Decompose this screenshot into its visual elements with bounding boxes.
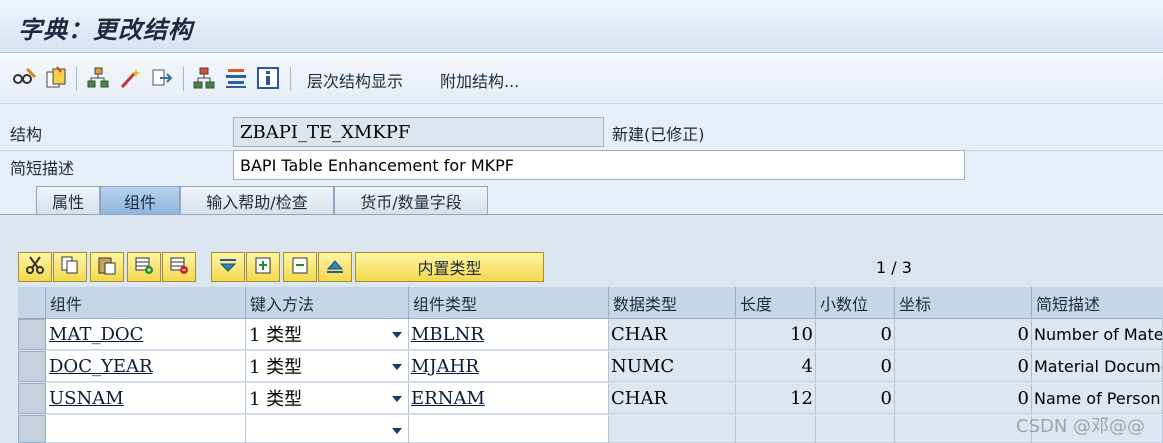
component-type-cell[interactable]: MJAHR: [409, 351, 609, 382]
pager-indicator: 1 / 3: [876, 258, 912, 277]
cut-icon: [25, 255, 45, 279]
short-description-label: 简短描述: [10, 159, 75, 178]
append-structure-button[interactable]: 附加结构...: [440, 68, 519, 92]
delete-row-icon: [169, 255, 189, 279]
copy-object-icon[interactable]: [44, 66, 68, 90]
column-header-component[interactable]: 组件: [46, 287, 246, 318]
insert-row-button[interactable]: [127, 252, 161, 282]
hierarchy-icon[interactable]: [86, 66, 110, 90]
glasses-pencil-icon[interactable]: [12, 66, 36, 90]
coordinate-cell: 0: [895, 383, 1032, 414]
insert-icon: [253, 255, 273, 279]
magic-wand-icon[interactable]: [118, 66, 142, 90]
data-type-cell: NUMC: [609, 351, 736, 382]
export-icon[interactable]: [150, 66, 174, 90]
insert-button[interactable]: [246, 252, 280, 282]
data-type-cell: CHAR: [609, 319, 736, 350]
input-method-value: 1 类型: [249, 389, 303, 410]
coordinate-cell: 0: [895, 351, 1032, 382]
delete-button[interactable]: [283, 252, 317, 282]
column-header-coordinate[interactable]: 坐标: [895, 287, 1032, 318]
decimals-cell: [816, 415, 895, 443]
status-text: 新建(已修正): [612, 125, 705, 144]
chevron-down-icon[interactable]: [392, 396, 402, 402]
window-title: 字典：更改结构: [18, 15, 193, 44]
row-selector[interactable]: [18, 351, 46, 382]
decimals-cell: 0: [816, 319, 895, 350]
column-header-length[interactable]: 长度: [736, 287, 816, 318]
application-toolbar: 层次结构显示 附加结构...: [0, 53, 1163, 104]
watermark: CSDN @邓@@: [1016, 416, 1146, 437]
builtin-type-button[interactable]: 内置类型: [355, 252, 544, 282]
info-icon[interactable]: [256, 66, 280, 90]
select-all-cell[interactable]: [18, 287, 46, 318]
structure-label: 结构: [10, 125, 43, 144]
coordinate-cell: 0: [895, 319, 1032, 350]
coordinate-cell: [895, 415, 1032, 443]
component-type-cell[interactable]: [409, 415, 609, 443]
row-selector[interactable]: [18, 319, 46, 350]
length-cell: 12: [736, 383, 816, 414]
insert-row-icon: [134, 255, 154, 279]
data-type-cell: CHAR: [609, 383, 736, 414]
up-icon: [325, 255, 345, 279]
chevron-down-icon[interactable]: [392, 428, 402, 434]
input-method-cell[interactable]: 1 类型: [246, 351, 409, 382]
column-header-decimals[interactable]: 小数位: [816, 287, 895, 318]
data-type-cell: [609, 415, 736, 443]
chevron-down-icon[interactable]: [392, 364, 402, 370]
column-header-component-type[interactable]: 组件类型: [409, 287, 609, 318]
cut-button[interactable]: [18, 252, 52, 282]
copy-icon: [60, 255, 80, 279]
paste-icon: [97, 255, 117, 279]
down-icon: [218, 255, 238, 279]
hierarchy-display-button[interactable]: 层次结构显示: [307, 68, 403, 92]
paste-button[interactable]: [90, 252, 124, 282]
component-name-cell[interactable]: [46, 415, 246, 443]
chevron-down-icon[interactable]: [392, 332, 402, 338]
short-description-cell: Name of Person: [1032, 383, 1163, 414]
input-method-cell[interactable]: 1 类型: [246, 383, 409, 414]
move-up-button[interactable]: [318, 252, 352, 282]
short-description-cell: Number of Mate: [1032, 319, 1163, 350]
copy-button[interactable]: [53, 252, 87, 282]
tab-currency-fields[interactable]: 货币/数量字段: [334, 186, 488, 214]
column-header-short-description[interactable]: 简短描述: [1032, 287, 1163, 318]
row-selector[interactable]: [18, 415, 46, 443]
column-header-input-method[interactable]: 键入方法: [246, 287, 409, 318]
org-structure-icon[interactable]: [192, 66, 216, 90]
delete-row-button[interactable]: [162, 252, 196, 282]
length-cell: 10: [736, 319, 816, 350]
row-selector[interactable]: [18, 383, 46, 414]
component-name-cell[interactable]: MAT_DOC: [46, 319, 246, 350]
stack-icon[interactable]: [224, 66, 248, 90]
tab-attributes[interactable]: 属性: [36, 186, 100, 214]
decimals-cell: 0: [816, 383, 895, 414]
input-method-cell[interactable]: 1 类型: [246, 319, 409, 350]
input-method-cell[interactable]: [246, 415, 409, 443]
length-cell: 4: [736, 351, 816, 382]
tab-input-help[interactable]: 输入帮助/检查: [180, 186, 334, 214]
column-header-data-type[interactable]: 数据类型: [609, 287, 736, 318]
title-bar: 字典：更改结构: [0, 0, 1163, 53]
short-description-cell: Material Docume: [1032, 351, 1163, 382]
component-name-cell[interactable]: DOC_YEAR: [46, 351, 246, 382]
input-method-value: 1 类型: [249, 357, 303, 378]
input-method-value: 1 类型: [249, 325, 303, 346]
move-down-button[interactable]: [211, 252, 245, 282]
decimals-cell: 0: [816, 351, 895, 382]
short-description-field[interactable]: BAPI Table Enhancement for MKPF: [233, 150, 965, 180]
component-type-cell[interactable]: ERNAM: [409, 383, 609, 414]
component-type-cell[interactable]: MBLNR: [409, 319, 609, 350]
delete-icon: [290, 255, 310, 279]
length-cell: [736, 415, 816, 443]
structure-name-field[interactable]: ZBAPI_TE_XMKPF: [233, 117, 604, 147]
component-name-cell[interactable]: USNAM: [46, 383, 246, 414]
tab-components[interactable]: 组件: [100, 186, 180, 214]
